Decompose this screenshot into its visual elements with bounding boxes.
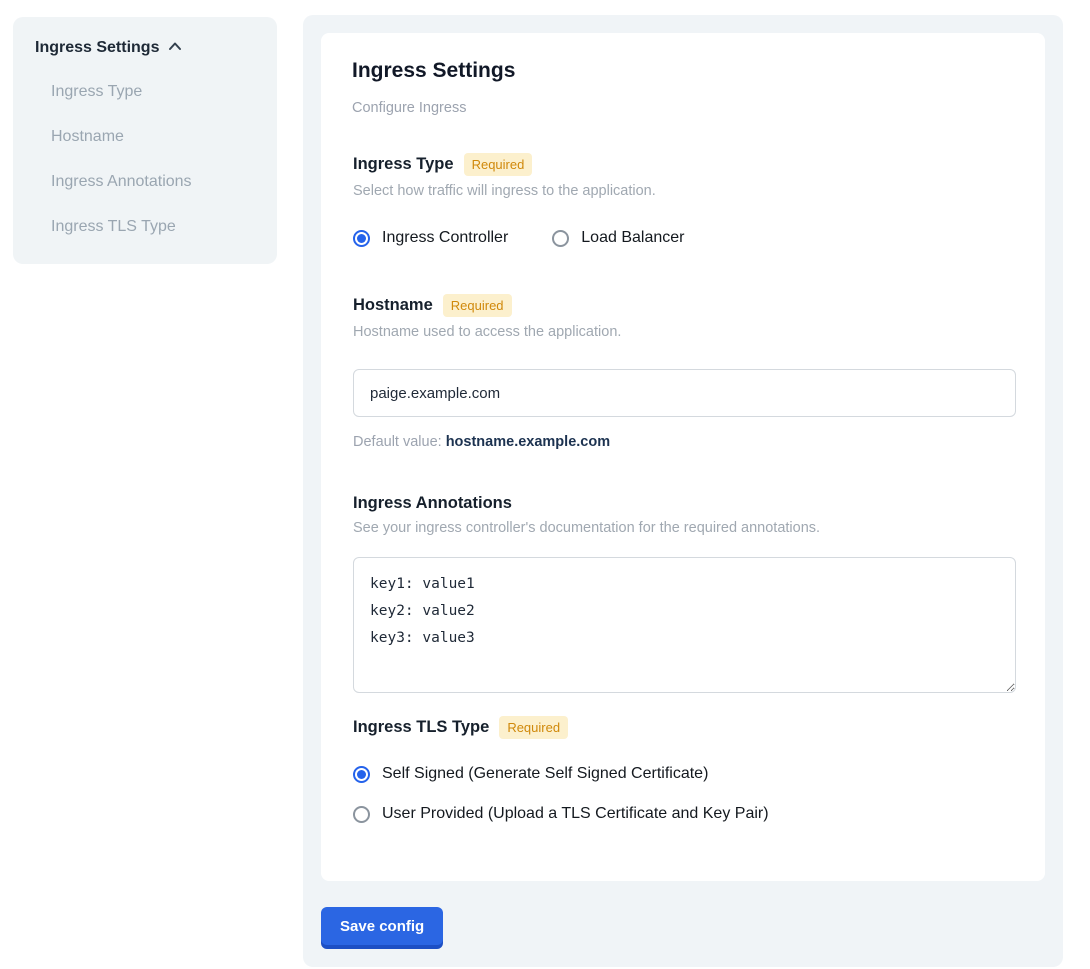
sidebar-item-ingress-annotations[interactable]: Ingress Annotations	[35, 173, 257, 191]
hostname-section: Hostname Required Hostname used to acces…	[353, 294, 1015, 450]
radio-option-self-signed[interactable]: Self Signed (Generate Self Signed Certif…	[353, 765, 1015, 783]
ingress-type-section: Ingress Type Required Select how traffic…	[353, 153, 1015, 247]
ingress-annotations-textarea[interactable]: key1: value1 key2: value2 key3: value3	[353, 557, 1016, 693]
settings-sidebar: Ingress Settings Ingress Type Hostname I…	[13, 17, 277, 264]
ingress-annotations-section: Ingress Annotations See your ingress con…	[353, 494, 1015, 693]
sidebar-item-hostname[interactable]: Hostname	[35, 128, 257, 146]
sidebar-item-ingress-type[interactable]: Ingress Type	[35, 83, 257, 101]
hostname-input[interactable]	[353, 369, 1016, 417]
required-badge: Required	[443, 294, 512, 317]
ingress-type-help: Select how traffic will ingress to the a…	[353, 183, 1015, 199]
ingress-tls-radio-group: Self Signed (Generate Self Signed Certif…	[353, 765, 1015, 823]
page-subtitle: Configure Ingress	[352, 100, 1015, 116]
ingress-annotations-label: Ingress Annotations	[353, 494, 512, 513]
ingress-annotations-help: See your ingress controller's documentat…	[353, 520, 1015, 536]
sidebar-section-title: Ingress Settings	[35, 39, 159, 57]
sidebar-section-toggle[interactable]: Ingress Settings	[35, 39, 257, 57]
radio-label: Ingress Controller	[382, 229, 508, 247]
radio-icon[interactable]	[353, 230, 370, 247]
default-value-label: Default value:	[353, 434, 442, 450]
save-config-button[interactable]: Save config	[321, 907, 443, 945]
required-badge: Required	[464, 153, 533, 176]
radio-option-user-provided[interactable]: User Provided (Upload a TLS Certificate …	[353, 805, 1015, 823]
radio-option-ingress-controller[interactable]: Ingress Controller	[353, 229, 508, 247]
radio-icon[interactable]	[552, 230, 569, 247]
ingress-tls-type-label: Ingress TLS Type	[353, 718, 489, 737]
settings-main-panel: Ingress Settings Configure Ingress Ingre…	[303, 15, 1063, 967]
chevron-up-icon	[168, 39, 182, 57]
ingress-settings-card: Ingress Settings Configure Ingress Ingre…	[321, 33, 1045, 881]
radio-icon[interactable]	[353, 806, 370, 823]
default-value-text: hostname.example.com	[446, 434, 610, 450]
ingress-tls-type-section: Ingress TLS Type Required Self Signed (G…	[353, 716, 1015, 823]
radio-icon[interactable]	[353, 766, 370, 783]
sidebar-item-ingress-tls-type[interactable]: Ingress TLS Type	[35, 218, 257, 236]
hostname-help: Hostname used to access the application.	[353, 324, 1015, 340]
hostname-default-line: Default value: hostname.example.com	[353, 434, 1015, 450]
ingress-type-radio-group: Ingress Controller Load Balancer	[353, 229, 1015, 247]
radio-label: Load Balancer	[581, 229, 684, 247]
ingress-type-label: Ingress Type	[353, 155, 454, 174]
page-title: Ingress Settings	[352, 59, 1015, 83]
hostname-label: Hostname	[353, 296, 433, 315]
required-badge: Required	[499, 716, 568, 739]
radio-label: User Provided (Upload a TLS Certificate …	[382, 805, 769, 823]
radio-option-load-balancer[interactable]: Load Balancer	[552, 229, 684, 247]
sidebar-item-list: Ingress Type Hostname Ingress Annotation…	[35, 83, 257, 236]
radio-label: Self Signed (Generate Self Signed Certif…	[382, 765, 708, 783]
